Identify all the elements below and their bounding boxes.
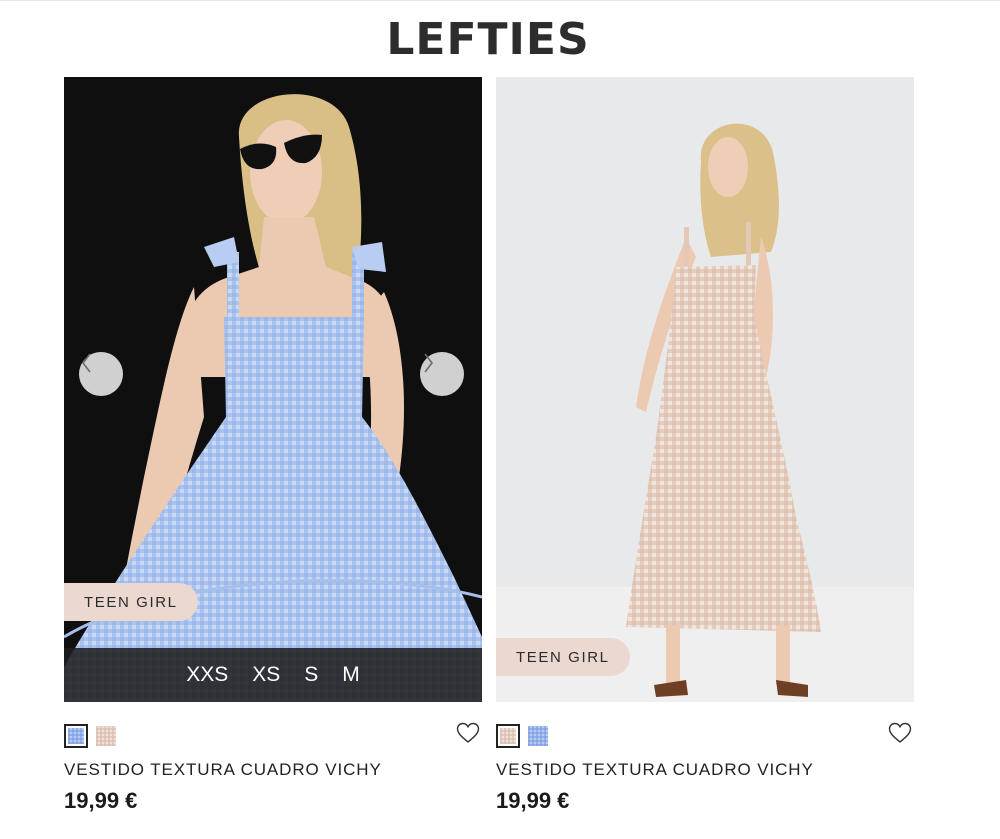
product-photo-pink-dress [496, 77, 914, 702]
brand-logo[interactable]: LEFTIES [0, 14, 976, 65]
heart-icon [456, 722, 480, 743]
size-option-s[interactable]: S [304, 663, 318, 687]
category-badge: TEEN GIRL [64, 583, 198, 621]
color-swatches [496, 724, 556, 748]
swatch-blue-gingham[interactable] [64, 724, 88, 748]
chevron-left-icon [81, 353, 91, 373]
swatch-chip [96, 726, 116, 746]
product-image-2[interactable]: TEEN GIRL [496, 77, 914, 702]
top-divider [0, 0, 1000, 1]
swatch-chip [528, 726, 548, 746]
product-name[interactable]: VESTIDO TEXTURA CUADRO VICHY [64, 760, 382, 780]
product-name[interactable]: VESTIDO TEXTURA CUADRO VICHY [496, 760, 814, 780]
category-badge: TEEN GIRL [496, 638, 630, 676]
swatch-chip [68, 728, 84, 744]
color-swatches [64, 724, 124, 748]
size-selector: XXS XS S M [64, 648, 482, 702]
product-image-1[interactable]: TEEN GIRL XXS XS S M [64, 77, 482, 702]
swatch-pink-gingham[interactable] [94, 724, 118, 748]
swatch-chip [500, 728, 516, 744]
swatch-pink-gingham[interactable] [496, 724, 520, 748]
heart-icon [888, 722, 912, 743]
wishlist-button[interactable] [456, 722, 480, 749]
product-card-1[interactable]: TEEN GIRL XXS XS S M VESTIDO TEXTURA CUA… [64, 77, 482, 813]
product-price: 19,99 € [64, 788, 138, 813]
size-option-xxs[interactable]: XXS [186, 663, 228, 687]
prev-image-button[interactable] [79, 352, 123, 396]
product-price: 19,99 € [496, 788, 570, 813]
next-image-button[interactable] [420, 352, 464, 396]
size-option-xs[interactable]: XS [252, 663, 280, 687]
size-option-m[interactable]: M [342, 663, 360, 687]
wishlist-button[interactable] [888, 722, 912, 749]
chevron-right-icon [424, 353, 434, 373]
swatch-blue-gingham[interactable] [526, 724, 550, 748]
product-card-2[interactable]: TEEN GIRL VESTIDO TEXTURA CUADRO VICHY 1… [496, 77, 914, 813]
